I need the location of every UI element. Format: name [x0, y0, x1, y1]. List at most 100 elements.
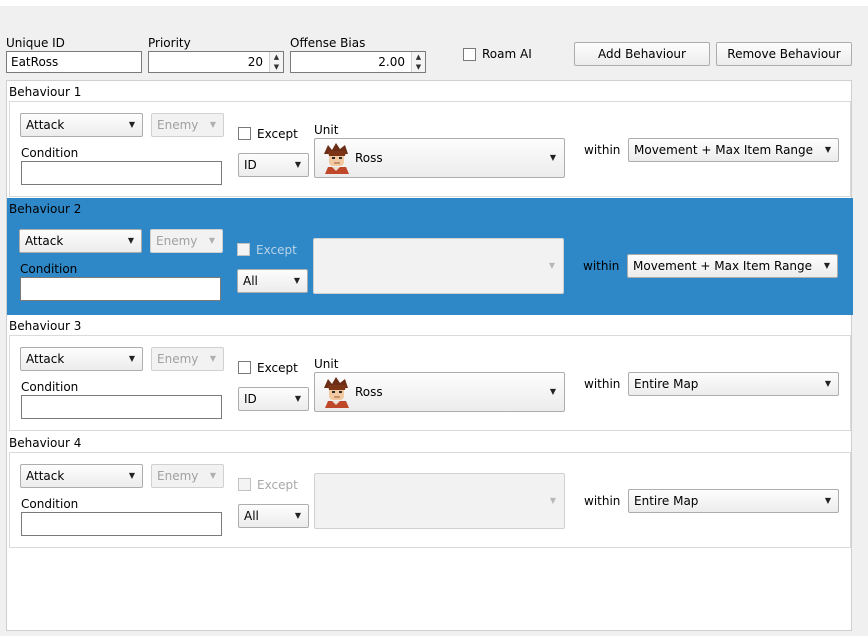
window-top-strip [0, 0, 868, 6]
except-label: Except [257, 127, 298, 141]
chevron-down-icon: ▼ [294, 160, 301, 169]
unit-combo: ▼ [313, 238, 564, 294]
chevron-down-icon: ▼ [209, 471, 216, 480]
spin-up-icon[interactable]: ▲ [270, 52, 283, 62]
unit-combo: ▼ [314, 473, 565, 529]
target-combo: Enemy ▼ [150, 229, 223, 253]
condition-label: Condition [21, 497, 79, 511]
except-checkbox[interactable] [238, 361, 251, 374]
behaviour-body: Attack ▼ Enemy ▼ Condition Except All ▼ ▼ w… [9, 452, 851, 548]
condition-label: Condition [21, 380, 79, 394]
within-value: Movement + Max Item Range [634, 143, 814, 157]
chevron-down-icon: ▼ [824, 496, 831, 505]
spin-up-icon[interactable]: ▲ [412, 52, 425, 62]
condition-input[interactable] [20, 277, 221, 301]
unique-id-input[interactable]: EatRoss [6, 51, 142, 73]
filter-combo[interactable]: All ▼ [237, 269, 308, 293]
except-checkbox[interactable] [238, 127, 251, 140]
priority-spin-buttons[interactable]: ▲ ▼ [269, 52, 283, 72]
roam-ai-checkbox[interactable] [463, 48, 476, 61]
behaviour-1[interactable]: Behaviour 1 Attack ▼ Enemy ▼ Condition Exc… [7, 81, 853, 198]
target-combo: Enemy ▼ [151, 113, 224, 137]
within-combo[interactable]: Movement + Max Item Range ▼ [627, 254, 838, 278]
action-value: Attack [26, 469, 65, 483]
chevron-down-icon: ▼ [209, 120, 216, 129]
filter-combo[interactable]: ID ▼ [238, 153, 309, 177]
offense-bias-spinbox[interactable]: 2.00 ▲ ▼ [290, 51, 426, 73]
chevron-down-icon: ▼ [549, 387, 556, 396]
chevron-down-icon: ▼ [549, 496, 556, 505]
except-checkbox [237, 243, 250, 256]
behaviour-2[interactable]: Behaviour 2 Attack ▼ Enemy ▼ Condition Exc… [7, 198, 853, 315]
behaviour-4[interactable]: Behaviour 4 Attack ▼ Enemy ▼ Condition Exc… [7, 432, 853, 549]
target-combo: Enemy ▼ [151, 347, 224, 371]
action-value: Attack [26, 118, 65, 132]
chevron-down-icon: ▼ [824, 379, 831, 388]
unit-combo[interactable]: Ross ▼ [314, 372, 565, 412]
filter-combo[interactable]: ID ▼ [238, 387, 309, 411]
behaviour-body: Attack ▼ Enemy ▼ Condition Except All ▼ ▼ w… [9, 218, 851, 314]
target-combo: Enemy ▼ [151, 464, 224, 488]
priority-value: 20 [247, 55, 263, 69]
chevron-down-icon: ▼ [128, 120, 135, 129]
ross-portrait-icon [324, 143, 349, 174]
within-label: within [584, 494, 621, 508]
filter-combo[interactable]: All ▼ [238, 504, 309, 528]
behaviour-title: Behaviour 1 [9, 85, 82, 99]
within-label: within [584, 143, 621, 157]
behaviour-list-panel[interactable]: Behaviour 1 Attack ▼ Enemy ▼ Condition Exc… [6, 80, 853, 631]
filter-value: All [244, 509, 259, 523]
target-value: Enemy [157, 118, 199, 132]
within-label: within [583, 259, 620, 273]
within-combo[interactable]: Entire Map ▼ [628, 372, 839, 396]
condition-label: Condition [21, 146, 79, 160]
add-behaviour-button[interactable]: Add Behaviour [574, 42, 710, 66]
ross-portrait-icon [324, 377, 349, 408]
action-value: Attack [26, 352, 65, 366]
action-combo[interactable]: Attack ▼ [19, 229, 142, 253]
condition-input[interactable] [21, 512, 222, 536]
filter-value: All [243, 274, 258, 288]
chevron-down-icon: ▼ [549, 153, 556, 162]
offense-bias-value: 2.00 [378, 55, 405, 69]
chevron-down-icon: ▼ [127, 236, 134, 245]
target-value: Enemy [157, 469, 199, 483]
except-label: Except [256, 243, 297, 257]
condition-input[interactable] [21, 161, 222, 185]
unit-label: Unit [314, 357, 339, 371]
chevron-down-icon: ▼ [128, 354, 135, 363]
unit-label: Unit [314, 123, 339, 137]
unit-combo[interactable]: Ross ▼ [314, 138, 565, 178]
target-value: Enemy [156, 234, 198, 248]
chevron-down-icon: ▼ [294, 394, 301, 403]
within-combo[interactable]: Entire Map ▼ [628, 489, 839, 513]
unit-name: Ross [355, 151, 383, 165]
action-combo[interactable]: Attack ▼ [20, 113, 143, 137]
action-combo[interactable]: Attack ▼ [20, 347, 143, 371]
unit-name: Ross [355, 385, 383, 399]
behaviour-title: Behaviour 4 [9, 436, 82, 450]
behaviour-3[interactable]: Behaviour 3 Attack ▼ Enemy ▼ Condition Exc… [7, 315, 853, 432]
action-combo[interactable]: Attack ▼ [20, 464, 143, 488]
within-combo[interactable]: Movement + Max Item Range ▼ [628, 138, 839, 162]
spin-down-icon[interactable]: ▼ [412, 62, 425, 72]
filter-value: ID [244, 158, 257, 172]
target-value: Enemy [157, 352, 199, 366]
condition-label: Condition [20, 262, 78, 276]
offense-bias-spin-buttons[interactable]: ▲ ▼ [411, 52, 425, 72]
behaviour-body: Attack ▼ Enemy ▼ Condition Except ID ▼ Unit [9, 335, 851, 431]
chevron-down-icon: ▼ [293, 276, 300, 285]
chevron-down-icon: ▼ [209, 354, 216, 363]
chevron-down-icon: ▼ [548, 261, 555, 270]
priority-spinbox[interactable]: 20 ▲ ▼ [148, 51, 284, 73]
except-label: Except [257, 478, 298, 492]
within-value: Entire Map [634, 377, 699, 391]
condition-input[interactable] [21, 395, 222, 419]
remove-behaviour-button[interactable]: Remove Behaviour [716, 42, 852, 66]
chevron-down-icon: ▼ [294, 511, 301, 520]
spin-down-icon[interactable]: ▼ [270, 62, 283, 72]
action-value: Attack [25, 234, 64, 248]
offense-bias-label: Offense Bias [290, 36, 366, 50]
within-value: Entire Map [634, 494, 699, 508]
roam-ai-label: Roam AI [482, 47, 532, 61]
